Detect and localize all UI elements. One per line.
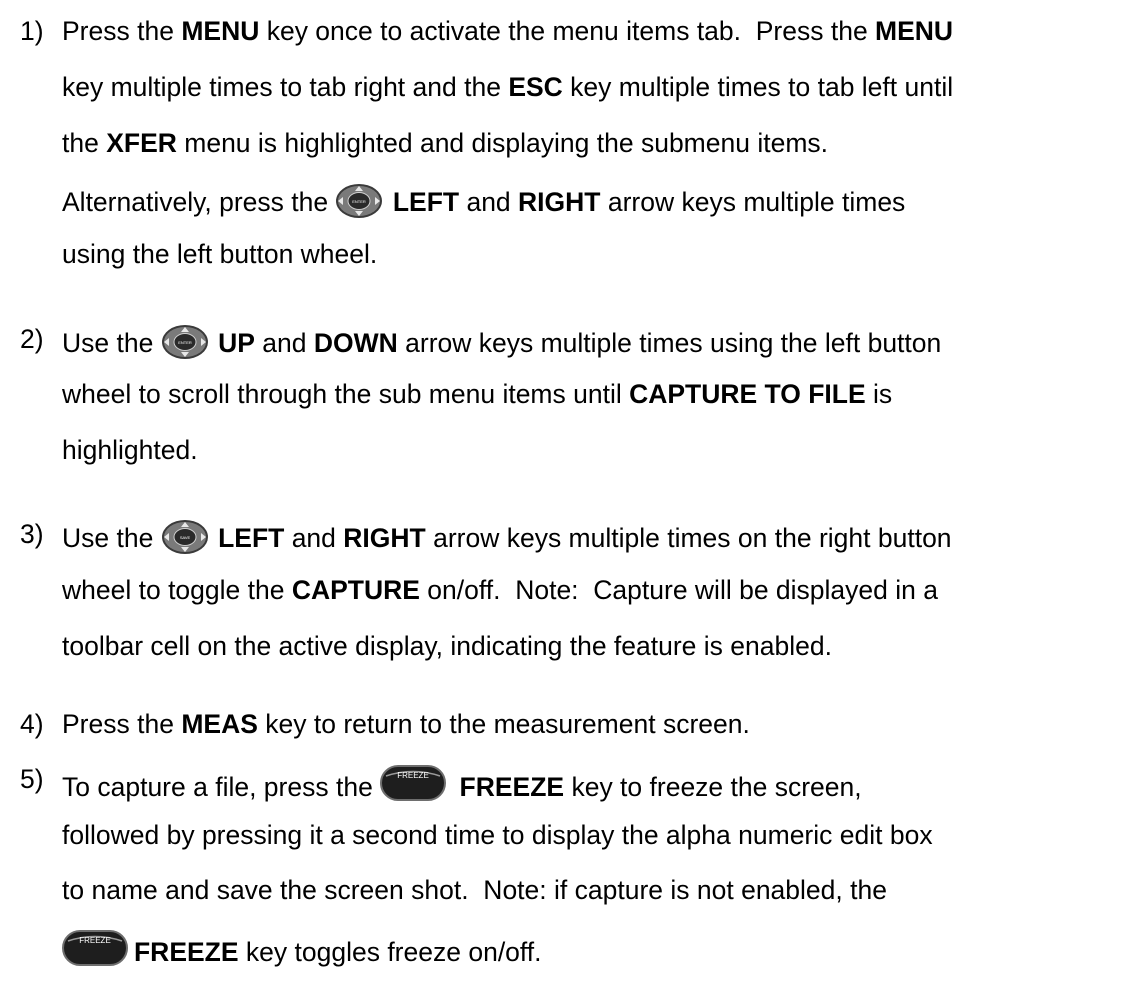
step-text: Alternatively, press the (62, 187, 336, 217)
step-text: key to return to the measurement screen. (257, 709, 750, 739)
step-text: arrow keys multiple times on the right b… (425, 523, 952, 553)
key-name: MENU (875, 16, 954, 46)
step-text: Use the (62, 328, 161, 358)
key-name: MENU (181, 16, 260, 46)
step-text: key once to activate the menu items tab.… (259, 16, 876, 46)
step-text: wheel to toggle the (62, 575, 292, 605)
step-line: wheel to toggle the CAPTURE on/off. Note… (62, 575, 938, 605)
step-text: on/off. Note: Capture will be displayed … (419, 575, 938, 605)
step-line: followed by pressing it a second time to… (62, 820, 933, 850)
step-line: FREEZE FREEZE key toggles freeze on/off. (62, 929, 542, 967)
step-text: key to freeze the screen, (564, 772, 862, 802)
step-text: and (284, 523, 344, 553)
key-name: LEFT (218, 523, 285, 553)
step-text: followed by pressing it a second time to… (62, 820, 933, 850)
key-name: FREEZE (134, 937, 239, 967)
key-name: UP (218, 328, 255, 358)
step-text: Use the (62, 523, 161, 553)
key-name: DOWN (313, 328, 398, 358)
step-line: Alternatively, press the ENTER LEFT and … (62, 183, 905, 219)
step-text (385, 187, 392, 217)
key-name: FREEZE (459, 772, 565, 802)
step-text (211, 328, 218, 358)
freeze-key-icon: FREEZE (380, 765, 452, 802)
key-name: XFER (106, 128, 177, 158)
step-line: Use the ENTER UP and DOWN arrow keys mul… (62, 324, 941, 360)
enter-wheel-icon: ENTER (161, 325, 211, 359)
step-number: 3) (20, 519, 44, 549)
step-line: wheel to scroll through the sub menu ite… (62, 379, 892, 409)
step-number: 2) (20, 324, 44, 354)
enter-wheel-icon: ENTER (335, 184, 385, 218)
step-number: 4) (20, 709, 44, 739)
step-line: the XFER menu is highlighted and display… (62, 128, 828, 158)
step-line: to name and save the screen shot. Note: … (62, 875, 887, 905)
step-line: highlighted. (62, 435, 198, 465)
step-text: highlighted. (62, 435, 198, 465)
step-line: Use the SAVE LEFT and RIGHT arrow keys m… (62, 519, 952, 555)
svg-text:FREEZE: FREEZE (79, 936, 111, 945)
svg-text:SAVE: SAVE (180, 535, 191, 540)
step-line: Press the MEAS key to return to the meas… (62, 709, 750, 739)
step-line: key multiple times to tab right and the … (62, 72, 953, 102)
key-name: RIGHT (518, 187, 601, 217)
freeze-key-icon: FREEZE (62, 930, 134, 967)
step-text: arrow keys multiple times using the left… (397, 328, 942, 358)
step-text: wheel to scroll through the sub menu ite… (62, 379, 630, 409)
step-line: toolbar cell on the active display, indi… (62, 631, 832, 661)
svg-text:ENTER: ENTER (178, 340, 192, 345)
step-text: key toggles freeze on/off. (238, 937, 542, 967)
step-text: key multiple times to tab left until (562, 72, 954, 102)
step-text (452, 772, 459, 802)
key-name: CAPTURE (291, 575, 420, 605)
key-name: LEFT (392, 187, 460, 217)
step-text: menu is highlighted and displaying the s… (176, 128, 829, 158)
right-wheel-icon: SAVE (161, 520, 211, 554)
step-number: 5) (20, 764, 44, 794)
step-line: using the left button wheel. (62, 239, 377, 269)
key-name: CAPTURE TO FILE (629, 379, 866, 409)
step-line: Press the MENU key once to activate the … (62, 16, 953, 46)
step-text: is (865, 379, 893, 409)
step-text: and (254, 328, 314, 358)
step-text: the (62, 128, 107, 158)
step-text: To capture a file, press the (62, 772, 381, 802)
step-line: To capture a file, press the FREEZE FREE… (62, 764, 862, 802)
step-text: and (459, 187, 519, 217)
key-name: MEAS (181, 709, 258, 739)
key-name: RIGHT (343, 523, 426, 553)
step-text (211, 523, 218, 553)
step-text: to name and save the screen shot. Note: … (62, 875, 887, 905)
svg-text:FREEZE: FREEZE (397, 771, 429, 780)
step-text: key multiple times to tab right and the (62, 72, 509, 102)
step-text: toolbar cell on the active display, indi… (62, 631, 832, 661)
step-text: Press the (62, 16, 182, 46)
key-name: ESC (508, 72, 563, 102)
step-text: using the left button wheel. (62, 239, 378, 269)
step-number: 1) (20, 16, 44, 46)
svg-text:ENTER: ENTER (353, 199, 367, 204)
step-text: arrow keys multiple times (600, 187, 906, 217)
step-text: Press the (62, 709, 182, 739)
